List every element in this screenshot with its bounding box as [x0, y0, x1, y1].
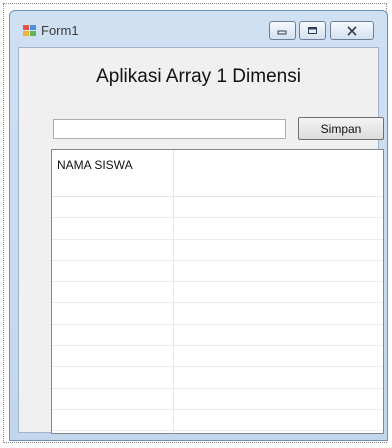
form-icon: [23, 25, 36, 36]
close-icon: [347, 25, 357, 36]
student-list-view[interactable]: NAMA SISWA: [51, 149, 384, 434]
list-cell-empty: [174, 346, 383, 366]
list-row[interactable]: [52, 431, 383, 433]
list-row[interactable]: [52, 388, 383, 410]
list-cell: [52, 388, 174, 409]
list-cell-empty: [174, 367, 383, 387]
window-title: Form1: [41, 23, 79, 38]
save-button[interactable]: Simpan: [298, 117, 384, 140]
list-cell: [52, 197, 174, 218]
maximize-icon: [308, 27, 317, 34]
list-cell-empty: [174, 218, 383, 238]
list-cell: [52, 239, 174, 260]
column-header-nama-siswa[interactable]: NAMA SISWA: [52, 150, 174, 196]
title-bar[interactable]: Form1: [10, 11, 387, 47]
list-row[interactable]: [52, 303, 383, 325]
list-header: NAMA SISWA: [52, 150, 383, 197]
list-cell-empty: [174, 389, 383, 409]
page-title: Aplikasi Array 1 Dimensi: [96, 66, 301, 87]
list-cell: [52, 218, 174, 239]
column-header-empty: [174, 150, 383, 196]
list-row[interactable]: [52, 218, 383, 240]
list-row[interactable]: [52, 239, 383, 261]
list-cell-empty: [174, 431, 383, 433]
list-cell-empty: [174, 325, 383, 345]
list-cell-empty: [174, 197, 383, 217]
list-cell-empty: [174, 261, 383, 281]
minimize-icon: [277, 30, 287, 34]
list-row[interactable]: [52, 282, 383, 304]
list-cell: [52, 409, 174, 431]
list-row[interactable]: [52, 409, 383, 432]
list-cell: [52, 260, 174, 282]
list-row[interactable]: [52, 346, 383, 368]
list-cell: [52, 282, 174, 303]
minimize-button[interactable]: [269, 21, 296, 40]
list-cell: [52, 346, 174, 367]
close-button[interactable]: [330, 21, 374, 40]
list-row[interactable]: [52, 367, 383, 389]
list-cell-empty: [174, 282, 383, 302]
list-rows: [52, 197, 383, 433]
list-cell-empty: [174, 240, 383, 260]
list-row[interactable]: [52, 197, 383, 219]
list-row[interactable]: [52, 324, 383, 347]
list-cell-empty: [174, 410, 383, 430]
list-cell: [52, 324, 174, 346]
maximize-button[interactable]: [299, 21, 326, 40]
list-cell-empty: [174, 303, 383, 323]
list-cell: [52, 303, 174, 324]
list-cell: [52, 367, 174, 388]
list-cell: [52, 431, 174, 433]
list-row[interactable]: [52, 260, 383, 283]
name-input[interactable]: [53, 119, 286, 139]
